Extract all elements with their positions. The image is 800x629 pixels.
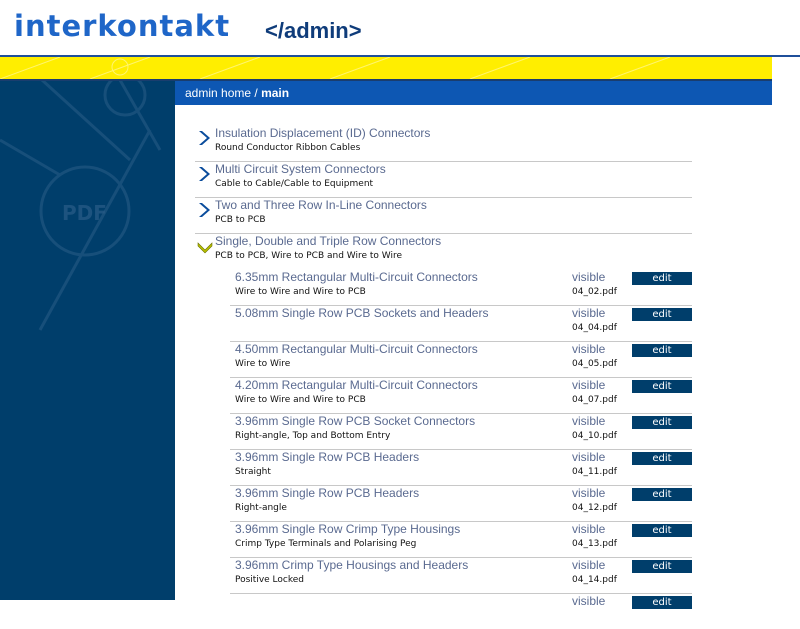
product-subtitle: Crimp Type Terminals and Polarising Peg — [235, 539, 417, 549]
product-file[interactable]: 04_02.pdf — [572, 287, 617, 297]
product-status[interactable]: visible — [572, 270, 605, 284]
edit-button[interactable]: edit — [632, 272, 692, 285]
product-status[interactable]: visible — [572, 342, 605, 356]
breadcrumb-home-link[interactable]: admin home — [185, 86, 251, 100]
product-row: 3.96mm Single Row PCB Headers Straight v… — [230, 449, 692, 486]
category-list: Insulation Displacement (ID) Connectors … — [175, 105, 772, 609]
header: interkontakt </admin> — [0, 0, 800, 56]
product-subtitle: Wire to Wire — [235, 359, 291, 369]
sidebar: PDF — [0, 81, 175, 600]
product-status[interactable]: visible — [572, 414, 605, 428]
banner-pattern — [0, 57, 671, 79]
product-row: 5.08mm Single Row PCB Sockets and Header… — [230, 305, 692, 342]
category-row[interactable]: Multi Circuit System Connectors Cable to… — [195, 161, 692, 198]
product-row: 6.35mm Rectangular Multi-Circuit Connect… — [230, 269, 692, 306]
edit-button[interactable]: edit — [632, 452, 692, 465]
product-file[interactable]: 04_12.pdf — [572, 503, 617, 513]
edit-button[interactable]: edit — [632, 380, 692, 393]
edit-button[interactable]: edit — [632, 596, 692, 609]
product-title[interactable]: 3.96mm Single Row PCB Headers — [235, 486, 419, 500]
product-title[interactable]: 4.20mm Rectangular Multi-Circuit Connect… — [235, 378, 478, 392]
product-file[interactable]: 04_13.pdf — [572, 539, 617, 549]
product-status[interactable]: visible — [572, 594, 605, 608]
product-row: 3.96mm Single Row PCB Socket Connectors … — [230, 413, 692, 450]
product-subtitle: Wire to Wire and Wire to PCB — [235, 287, 366, 297]
edit-button[interactable]: edit — [632, 524, 692, 537]
product-file[interactable]: 04_11.pdf — [572, 467, 617, 477]
product-title[interactable]: 3.96mm Single Row PCB Socket Connectors — [235, 414, 475, 428]
edit-button[interactable]: edit — [632, 416, 692, 429]
category-title[interactable]: Single, Double and Triple Row Connectors — [215, 234, 441, 248]
edit-button[interactable]: edit — [632, 308, 692, 321]
category-row[interactable]: Two and Three Row In-Line Connectors PCB… — [195, 197, 692, 234]
product-row: 4.50mm Rectangular Multi-Circuit Connect… — [230, 341, 692, 378]
product-title[interactable]: 3.96mm Single Row Crimp Type Housings — [235, 522, 460, 536]
edit-button[interactable]: edit — [632, 344, 692, 357]
brand-logo[interactable]: interkontakt — [14, 8, 230, 44]
product-status[interactable]: visible — [572, 378, 605, 392]
category-subtitle: PCB to PCB — [215, 215, 266, 225]
product-row: 3.96mm Single Row PCB Headers Right-angl… — [230, 485, 692, 522]
breadcrumb-current: main — [261, 86, 290, 100]
product-subtitle: Straight — [235, 467, 271, 477]
product-title[interactable]: 3.96mm Crimp Type Housings and Headers — [235, 558, 468, 572]
category-title[interactable]: Two and Three Row In-Line Connectors — [215, 198, 427, 212]
product-title[interactable]: 5.08mm Single Row PCB Sockets and Header… — [235, 306, 488, 320]
product-status[interactable]: visible — [572, 522, 605, 536]
category-subtitle: Cable to Cable/Cable to Equipment — [215, 179, 374, 189]
product-status[interactable]: visible — [572, 558, 605, 572]
chevron-right-icon[interactable] — [197, 202, 211, 218]
admin-tag: </admin> — [265, 18, 362, 43]
category-row[interactable]: Insulation Displacement (ID) Connectors … — [195, 125, 692, 162]
product-row: 3.96mm Crimp Type Housings and Headers P… — [230, 557, 692, 594]
sidebar-watermark: PDF — [0, 81, 162, 331]
product-file[interactable]: 04_05.pdf — [572, 359, 617, 369]
product-subtitle: Right-angle, Top and Bottom Entry — [235, 431, 391, 441]
pdf-watermark-text: PDF — [62, 201, 107, 225]
product-status[interactable]: visible — [572, 306, 605, 320]
product-status[interactable]: visible — [572, 450, 605, 464]
product-title[interactable]: 4.50mm Rectangular Multi-Circuit Connect… — [235, 342, 478, 356]
product-title[interactable]: 6.35mm Rectangular Multi-Circuit Connect… — [235, 270, 478, 284]
category-title[interactable]: Multi Circuit System Connectors — [215, 162, 386, 176]
product-row: 3.96mm Single Row Crimp Type Housings Cr… — [230, 521, 692, 558]
product-row: visible edit — [230, 593, 692, 629]
category-subtitle: PCB to PCB, Wire to PCB and Wire to Wire — [215, 251, 403, 261]
product-row: 4.20mm Rectangular Multi-Circuit Connect… — [230, 377, 692, 414]
product-subtitle: Right-angle — [235, 503, 287, 513]
product-file[interactable]: 04_10.pdf — [572, 431, 617, 441]
chevron-down-icon[interactable] — [197, 241, 213, 255]
product-subtitle: Wire to Wire and Wire to PCB — [235, 395, 366, 405]
breadcrumb: admin home / main — [175, 81, 772, 105]
edit-button[interactable]: edit — [632, 488, 692, 501]
yellow-banner — [0, 57, 772, 79]
chevron-right-icon[interactable] — [197, 130, 211, 146]
product-file[interactable]: 04_14.pdf — [572, 575, 617, 585]
product-subtitle: Positive Locked — [235, 575, 305, 585]
product-file[interactable]: 04_04.pdf — [572, 323, 617, 333]
breadcrumb-separator: / — [251, 86, 262, 100]
category-subtitle: Round Conductor Ribbon Cables — [215, 143, 361, 153]
category-row-expanded[interactable]: Single, Double and Triple Row Connectors… — [195, 233, 692, 269]
product-file[interactable]: 04_07.pdf — [572, 395, 617, 405]
chevron-right-icon[interactable] — [197, 166, 211, 182]
edit-button[interactable]: edit — [632, 560, 692, 573]
product-status[interactable]: visible — [572, 486, 605, 500]
category-title[interactable]: Insulation Displacement (ID) Connectors — [215, 126, 430, 140]
product-title[interactable]: 3.96mm Single Row PCB Headers — [235, 450, 419, 464]
logo-text: interkontakt — [14, 9, 231, 43]
